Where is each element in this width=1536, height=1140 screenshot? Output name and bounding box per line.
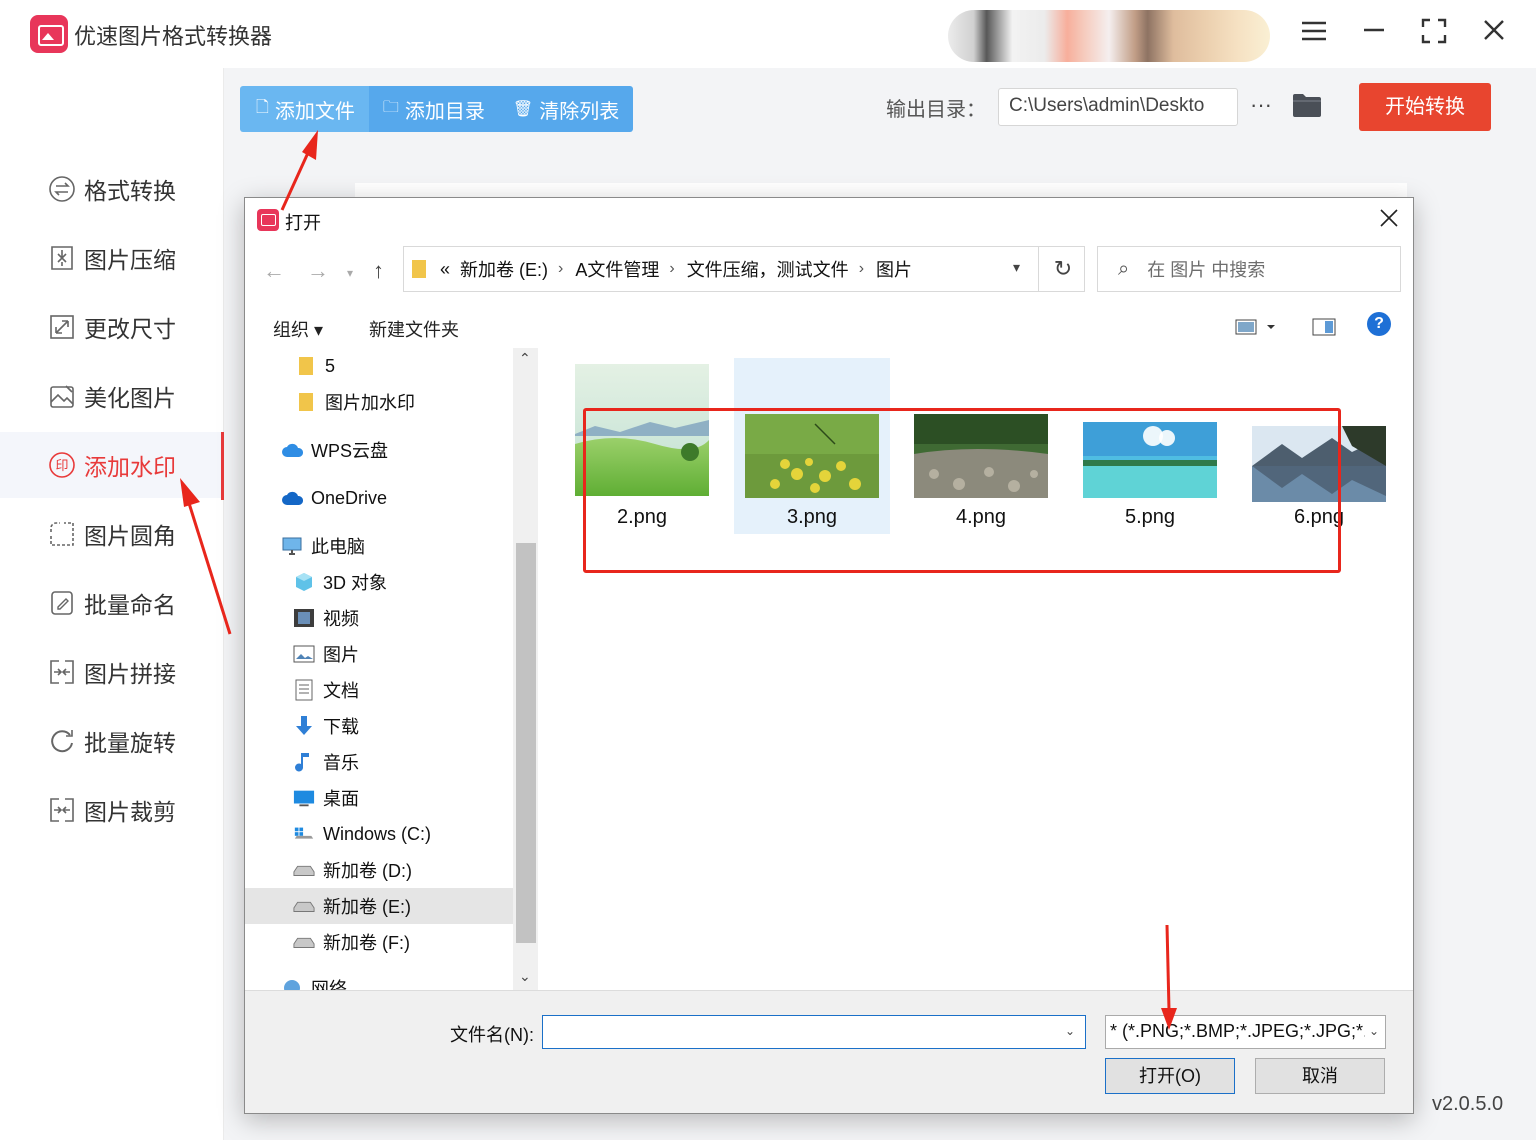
- annotation-arrows: [180, 130, 1177, 1030]
